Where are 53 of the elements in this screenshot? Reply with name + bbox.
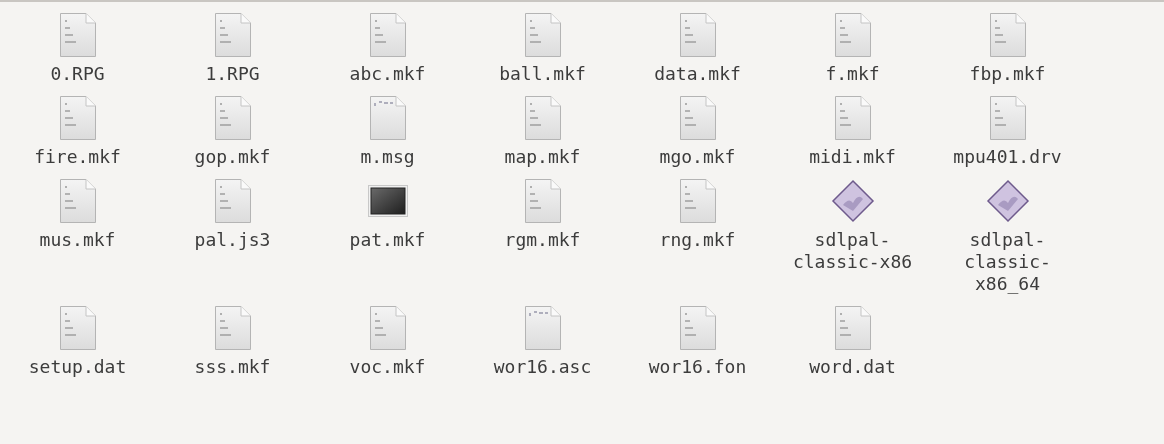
file-name[interactable]: word.dat xyxy=(786,356,919,378)
binary-file-icon xyxy=(989,96,1026,140)
executable-icon xyxy=(985,179,1030,223)
file-name[interactable]: abc.mkf xyxy=(321,63,454,85)
binary-file-icon xyxy=(369,306,406,350)
binary-file-icon xyxy=(214,13,251,57)
binary-file-icon xyxy=(679,96,716,140)
file-name[interactable]: voc.mkf xyxy=(321,356,454,378)
file-name[interactable]: mpu401.drv xyxy=(941,146,1074,168)
file-name[interactable]: pat.mkf xyxy=(321,229,454,251)
file-name[interactable]: sdlpal-classic-x86_64 xyxy=(941,229,1074,295)
file-name[interactable]: sss.mkf xyxy=(166,356,299,378)
file-name[interactable]: sdlpal-classic-x86 xyxy=(786,229,919,273)
file-name[interactable]: midi.mkf xyxy=(786,146,919,168)
binary-file-icon xyxy=(524,13,561,57)
binary-file-icon xyxy=(524,96,561,140)
binary-file-icon xyxy=(214,96,251,140)
file-name[interactable]: wor16.fon xyxy=(631,356,764,378)
file-name[interactable]: wor16.asc xyxy=(476,356,609,378)
file-name[interactable]: rng.mkf xyxy=(631,229,764,251)
text-file-icon xyxy=(524,306,561,350)
file-name[interactable]: fire.mkf xyxy=(11,146,144,168)
file-name[interactable]: ball.mkf xyxy=(476,63,609,85)
binary-file-icon xyxy=(214,306,251,350)
file-name[interactable]: pal.js3 xyxy=(166,229,299,251)
file-name[interactable]: 1.RPG xyxy=(166,63,299,85)
file-name[interactable]: 0.RPG xyxy=(11,63,144,85)
binary-file-icon xyxy=(679,306,716,350)
file-name[interactable]: m.msg xyxy=(321,146,454,168)
binary-file-icon xyxy=(59,96,96,140)
binary-file-icon xyxy=(59,306,96,350)
file-name[interactable]: rgm.mkf xyxy=(476,229,609,251)
file-name[interactable]: map.mkf xyxy=(476,146,609,168)
file-name[interactable]: f.mkf xyxy=(786,63,919,85)
file-name[interactable]: mus.mkf xyxy=(11,229,144,251)
binary-file-icon xyxy=(369,13,406,57)
file-name[interactable]: setup.dat xyxy=(11,356,144,378)
file-name[interactable]: gop.mkf xyxy=(166,146,299,168)
executable-icon xyxy=(830,179,875,223)
file-name[interactable]: data.mkf xyxy=(631,63,764,85)
binary-file-icon xyxy=(834,96,871,140)
binary-file-icon xyxy=(679,13,716,57)
binary-file-icon xyxy=(59,13,96,57)
binary-file-icon xyxy=(834,13,871,57)
binary-file-icon xyxy=(214,179,251,223)
binary-file-icon xyxy=(834,306,871,350)
file-name[interactable]: fbp.mkf xyxy=(941,63,1074,85)
binary-file-icon xyxy=(679,179,716,223)
text-file-icon xyxy=(369,96,406,140)
binary-file-icon xyxy=(524,179,561,223)
file-name[interactable]: mgo.mkf xyxy=(631,146,764,168)
binary-file-icon xyxy=(989,13,1026,57)
binary-file-icon xyxy=(59,179,96,223)
